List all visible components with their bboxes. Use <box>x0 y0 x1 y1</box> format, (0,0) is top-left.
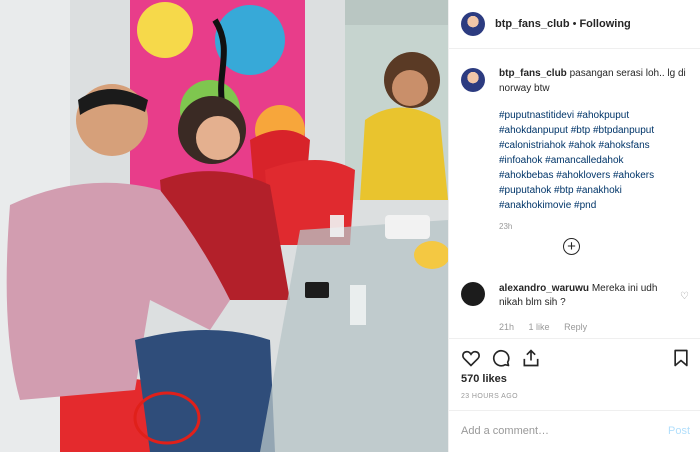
hashtag-line[interactable]: #ahokdanpuput #btp #btpdanpuput <box>499 123 691 138</box>
action-bar <box>449 338 700 375</box>
caption-username[interactable]: btp_fans_club <box>499 68 567 79</box>
comment-meta: 21h 1 like Reply <box>499 320 693 334</box>
comment-avatar[interactable] <box>461 282 485 306</box>
hashtag-line[interactable]: #calonistriahok #ahok #ahoksfans <box>499 138 691 153</box>
plus-circle-icon[interactable]: + <box>563 238 580 255</box>
post-header: btp_fans_club • Following <box>449 0 700 49</box>
add-comment-input[interactable]: Add a comment… <box>461 425 549 437</box>
post-caption: btp_fans_club pasangan serasi loh.. lg d… <box>461 66 691 234</box>
bookmark-icon[interactable] <box>671 348 691 368</box>
caption-avatar[interactable] <box>461 68 485 92</box>
comment-item: alexandro_waruwu Mereka ini udh nikah bl… <box>461 282 693 334</box>
post-photo-illustration <box>0 0 448 452</box>
hashtag-line[interactable]: #puputahok #btp #anakhoki <box>499 183 691 198</box>
comment-reply-button[interactable]: Reply <box>564 322 587 332</box>
hashtag-line[interactable]: #anakhokimovie #pnd <box>499 198 691 213</box>
comment-text-block: alexandro_waruwu Mereka ini udh nikah bl… <box>499 282 671 310</box>
heart-icon[interactable] <box>461 348 481 368</box>
avatar[interactable] <box>461 12 485 36</box>
share-icon[interactable] <box>521 348 541 368</box>
following-button[interactable]: Following <box>579 18 630 30</box>
caption-text-block: btp_fans_club pasangan serasi loh.. lg d… <box>499 66 691 96</box>
comment-username[interactable]: alexandro_waruwu <box>499 283 589 294</box>
likes-count[interactable]: 570 likes <box>461 373 507 385</box>
post-button[interactable]: Post <box>668 425 690 437</box>
hashtag-line[interactable]: #ahokbebas #ahoklovers #ahokers <box>499 168 691 183</box>
comment-likes[interactable]: 1 like <box>529 322 550 332</box>
hashtag-list: #puputnastitidevi #ahokpuput #ahokdanpup… <box>499 108 691 213</box>
hashtag-line[interactable]: #puputnastitidevi #ahokpuput <box>499 108 691 123</box>
header-separator: • <box>572 18 577 30</box>
caption-time: 23h <box>499 222 513 231</box>
post-sidebar: btp_fans_club • Following btp_fans_club … <box>448 0 700 452</box>
comment-time: 21h <box>499 322 515 332</box>
header-username[interactable]: btp_fans_club <box>495 18 570 30</box>
add-comment-bar: Add a comment… Post <box>449 410 700 452</box>
hashtag-line[interactable]: #infoahok #amancalledahok <box>499 153 691 168</box>
comment-like-heart-icon[interactable]: ♡ <box>680 290 689 304</box>
comment-icon[interactable] <box>491 348 511 368</box>
post-timestamp: 23 HOURS AGO <box>461 393 518 400</box>
post-image <box>0 0 448 452</box>
